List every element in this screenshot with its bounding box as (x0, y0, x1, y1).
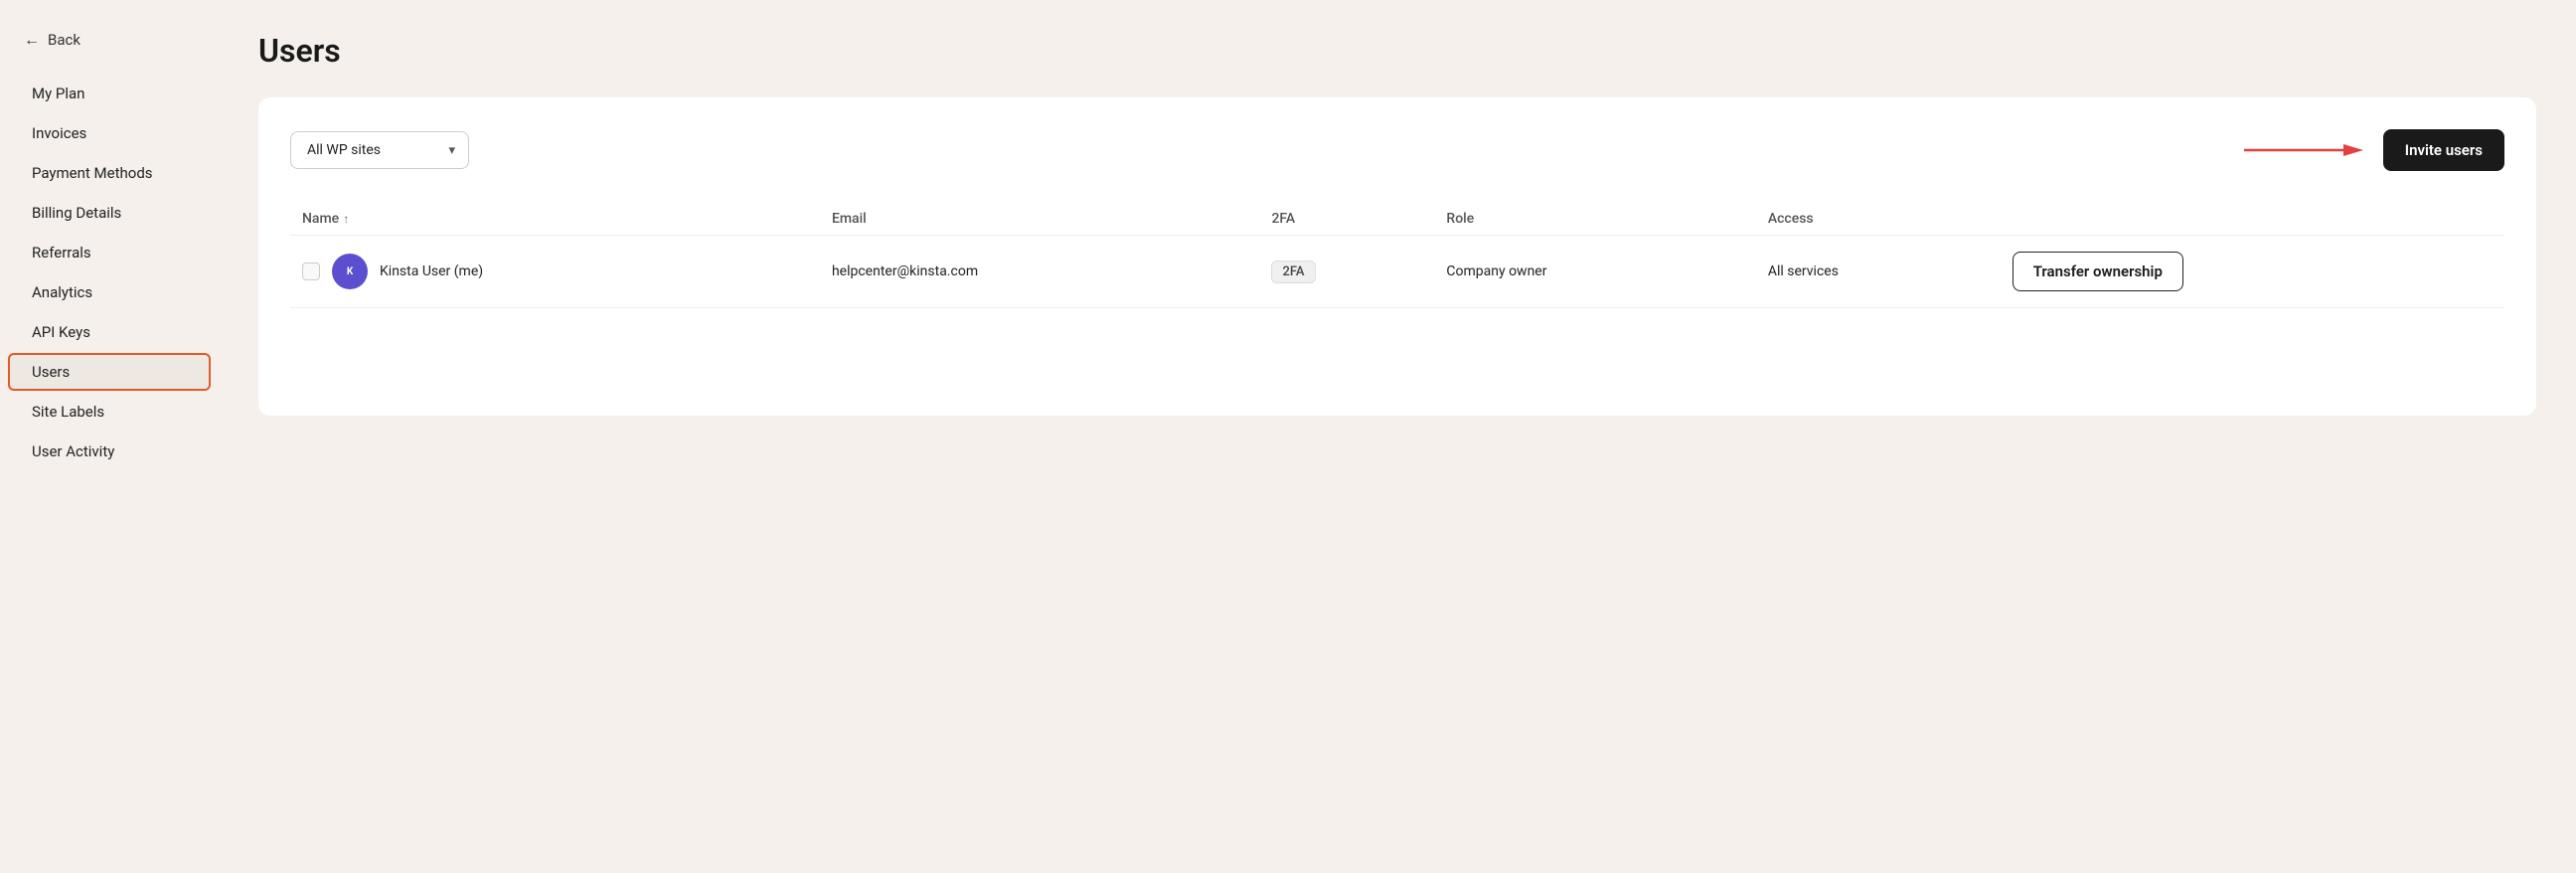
sidebar-item-referrals[interactable]: Referrals (8, 234, 211, 271)
main-content: Users All WP sites All sites Specific si… (219, 0, 2576, 873)
cell-2fa: 2FA (1259, 236, 1434, 308)
cell-email: helpcenter@kinsta.com (820, 236, 1260, 308)
sidebar-item-billing-details[interactable]: Billing Details (8, 194, 211, 232)
sidebar-item-user-activity[interactable]: User Activity (8, 433, 211, 470)
sidebar-item-invoices[interactable]: Invoices (8, 114, 211, 152)
site-filter-wrapper: All WP sites All sites Specific site ▾ (290, 131, 469, 169)
sidebar-item-payment-methods[interactable]: Payment Methods (8, 154, 211, 192)
page-title: Users (258, 32, 2536, 70)
invite-area: Invite users (2244, 129, 2504, 171)
table-header-row: Name ↑ Email 2FA Role Access (290, 203, 2504, 236)
users-table: Name ↑ Email 2FA Role Access (290, 203, 2504, 308)
sidebar-item-site-labels[interactable]: Site Labels (8, 393, 211, 431)
arrow-icon (2244, 138, 2363, 162)
cell-role: Company owner (1434, 236, 1755, 308)
sidebar-item-users[interactable]: Users (8, 353, 211, 391)
col-header-role: Role (1434, 203, 1755, 236)
col-header-email: Email (820, 203, 1260, 236)
col-header-actions (2001, 203, 2504, 236)
row-checkbox[interactable] (302, 262, 320, 280)
col-header-name: Name ↑ (290, 203, 820, 236)
back-arrow-icon: ← (24, 30, 40, 50)
avatar: K (332, 254, 368, 289)
back-label: Back (48, 31, 80, 49)
col-header-access: Access (1756, 203, 2001, 236)
table-row: K Kinsta User (me) helpcenter@kinsta.com… (290, 236, 2504, 308)
twofa-badge: 2FA (1271, 261, 1315, 283)
sidebar-item-my-plan[interactable]: My Plan (8, 75, 211, 112)
user-name: Kinsta User (me) (380, 263, 483, 279)
back-button[interactable]: ← Back (0, 20, 219, 74)
content-card: All WP sites All sites Specific site ▾ I… (258, 97, 2536, 416)
cell-access: All services (1756, 236, 2001, 308)
sidebar: ← Back My Plan Invoices Payment Methods … (0, 0, 219, 873)
invite-users-button[interactable]: Invite users (2383, 129, 2504, 171)
cell-actions: Transfer ownership (2001, 236, 2504, 308)
col-header-2fa: 2FA (1259, 203, 1434, 236)
sidebar-nav: My Plan Invoices Payment Methods Billing… (0, 74, 219, 471)
transfer-ownership-button[interactable]: Transfer ownership (2012, 252, 2183, 291)
cell-name: K Kinsta User (me) (290, 236, 820, 308)
sidebar-item-api-keys[interactable]: API Keys (8, 313, 211, 351)
site-filter-select[interactable]: All WP sites All sites Specific site (290, 131, 469, 169)
toolbar: All WP sites All sites Specific site ▾ I… (290, 129, 2504, 171)
sidebar-item-analytics[interactable]: Analytics (8, 273, 211, 311)
sort-asc-icon: ↑ (343, 212, 349, 226)
